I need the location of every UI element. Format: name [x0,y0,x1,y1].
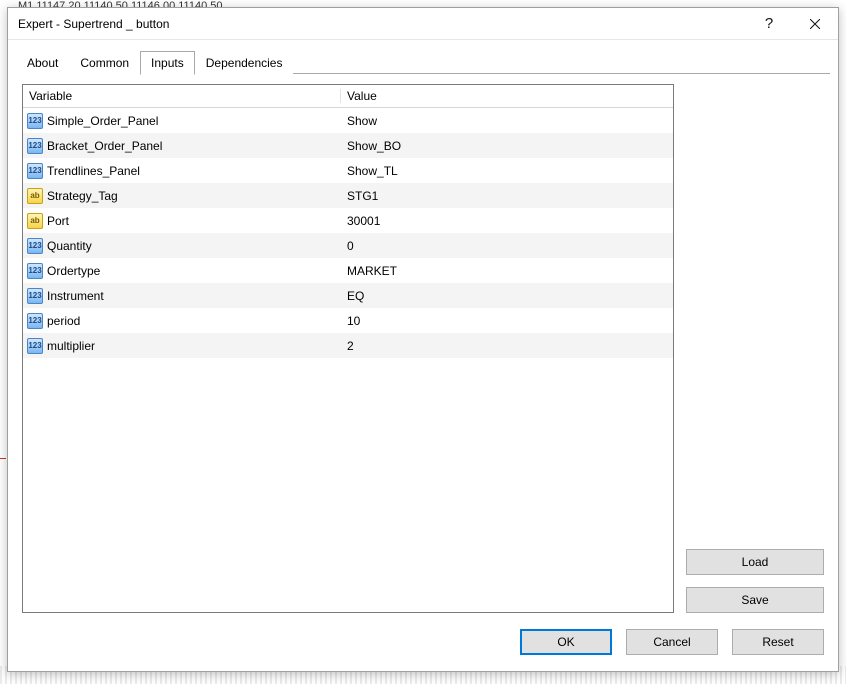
backdrop-red-line [0,458,6,459]
load-button[interactable]: Load [686,549,824,575]
variable-name: Simple_Order_Panel [47,114,158,128]
number-type-icon: 123 [27,263,43,279]
number-type-icon: 123 [27,163,43,179]
cell-variable: 123 Simple_Order_Panel [23,113,341,129]
cell-value[interactable]: 2 [341,339,673,353]
variable-name: period [47,314,80,328]
cell-variable: 123 Ordertype [23,263,341,279]
dialog-window: Expert - Supertrend _ button ? About Com… [7,7,839,672]
table-row[interactable]: 123 Ordertype MARKET [23,258,673,283]
variable-name: Ordertype [47,264,100,278]
tabstrip: About Common Inputs Dependencies [8,46,838,74]
tab-about[interactable]: About [16,51,69,74]
cell-variable: 123 Trendlines_Panel [23,163,341,179]
content-area: Variable Value 123 Simple_Order_Panel Show… [8,74,838,623]
cell-variable: 123 period [23,313,341,329]
cell-value[interactable]: Show_TL [341,164,673,178]
cell-variable: ab Port [23,213,341,229]
save-button[interactable]: Save [686,587,824,613]
cell-value[interactable]: STG1 [341,189,673,203]
table-row[interactable]: ab Strategy_Tag STG1 [23,183,673,208]
table-row[interactable]: 123 Bracket_Order_Panel Show_BO [23,133,673,158]
col-header-value[interactable]: Value [341,89,673,103]
reset-button[interactable]: Reset [732,629,824,655]
variable-name: Port [47,214,69,228]
help-icon: ? [765,15,773,32]
help-button[interactable]: ? [746,9,792,39]
cell-value[interactable]: Show_BO [341,139,673,153]
number-type-icon: 123 [27,138,43,154]
number-type-icon: 123 [27,313,43,329]
variable-name: Instrument [47,289,104,303]
number-type-icon: 123 [27,288,43,304]
number-type-icon: 123 [27,338,43,354]
string-type-icon: ab [27,213,43,229]
col-header-variable[interactable]: Variable [23,89,341,103]
cell-variable: 123 Quantity [23,238,341,254]
inputs-table[interactable]: Variable Value 123 Simple_Order_Panel Show… [22,84,674,613]
cell-variable: 123 Bracket_Order_Panel [23,138,341,154]
table-row[interactable]: 123 multiplier 2 [23,333,673,358]
cell-variable: 123 multiplier [23,338,341,354]
table-row[interactable]: 123 period 10 [23,308,673,333]
titlebar: Expert - Supertrend _ button ? [8,8,838,40]
close-button[interactable] [792,9,838,39]
variable-name: Bracket_Order_Panel [47,139,162,153]
table-row[interactable]: 123 Trendlines_Panel Show_TL [23,158,673,183]
cell-value[interactable]: EQ [341,289,673,303]
dialog-footer: OK Cancel Reset [8,623,838,671]
variable-name: Quantity [47,239,92,253]
cell-value[interactable]: Show [341,114,673,128]
table-header: Variable Value [23,85,673,108]
variable-name: Trendlines_Panel [47,164,140,178]
table-row[interactable]: 123 Instrument EQ [23,283,673,308]
close-icon [810,19,820,29]
cell-variable: 123 Instrument [23,288,341,304]
cell-variable: ab Strategy_Tag [23,188,341,204]
side-buttons: Load Save [686,84,824,613]
number-type-icon: 123 [27,238,43,254]
window-title: Expert - Supertrend _ button [18,17,746,31]
ok-button[interactable]: OK [520,629,612,655]
tab-dependencies[interactable]: Dependencies [195,51,294,74]
table-row[interactable]: 123 Simple_Order_Panel Show [23,108,673,133]
table-body: 123 Simple_Order_Panel Show 123 Bracket_Orde… [23,108,673,612]
variable-name: Strategy_Tag [47,189,118,203]
table-row[interactable]: ab Port 30001 [23,208,673,233]
cell-value[interactable]: 30001 [341,214,673,228]
table-row[interactable]: 123 Quantity 0 [23,233,673,258]
tab-inputs[interactable]: Inputs [140,51,195,75]
cell-value[interactable]: MARKET [341,264,673,278]
cell-value[interactable]: 0 [341,239,673,253]
cell-value[interactable]: 10 [341,314,673,328]
tab-common[interactable]: Common [69,51,140,74]
number-type-icon: 123 [27,113,43,129]
string-type-icon: ab [27,188,43,204]
cancel-button[interactable]: Cancel [626,629,718,655]
variable-name: multiplier [47,339,95,353]
